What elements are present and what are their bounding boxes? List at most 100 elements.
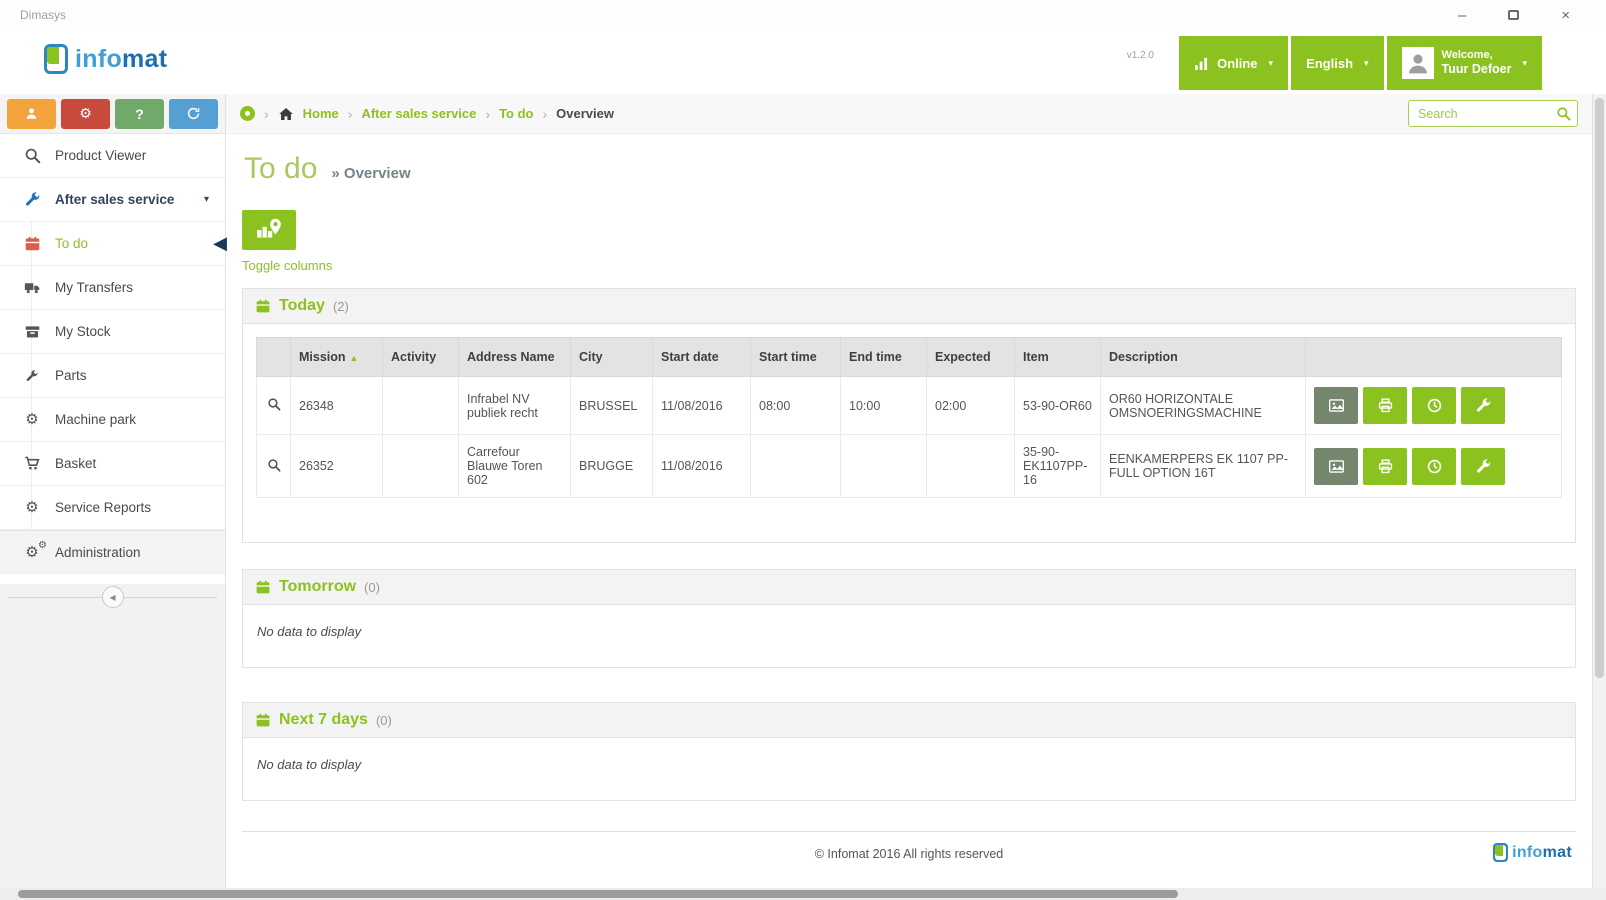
- sidebar-item-label: My Transfers: [55, 280, 134, 295]
- panel-next-7-days: Next 7 days (0) No data to display: [242, 702, 1576, 801]
- search-icon: [267, 458, 281, 472]
- image-icon: [1328, 399, 1344, 412]
- sidebar-item-label: After sales service: [55, 192, 175, 207]
- column-header-activity[interactable]: Activity: [382, 337, 459, 377]
- cell-mission: 26348: [290, 376, 383, 435]
- breadcrumb: › Home › After sales service › To do › O…: [226, 94, 1592, 134]
- history-button[interactable]: [1412, 447, 1456, 485]
- welcome-label: Welcome,: [1441, 48, 1493, 61]
- print-button[interactable]: [1363, 387, 1407, 424]
- cell-item: 35-90-EK1107PP-16: [1014, 434, 1101, 498]
- search-icon: [267, 398, 281, 411]
- toggle-columns-label[interactable]: Toggle columns: [242, 258, 332, 273]
- user-quick-button[interactable]: [7, 98, 56, 129]
- column-header-address-name[interactable]: Address Name: [458, 337, 571, 377]
- panel-tomorrow-header[interactable]: Tomorrow (0): [243, 570, 1575, 605]
- language-button[interactable]: English ▾: [1291, 36, 1384, 90]
- breadcrumb-root-icon[interactable]: [240, 106, 255, 121]
- copyright-text: © Infomat 2016 All rights reserved: [814, 846, 1004, 861]
- column-header-mission[interactable]: Mission ▲: [290, 337, 383, 377]
- sidebar-item-administration[interactable]: ⚙ ⚙ Administration: [0, 530, 225, 574]
- body-row: ⚙ ? Product Viewer After sales service ▾…: [0, 94, 1606, 888]
- truck-icon: [22, 279, 42, 296]
- panel-next-7-days-header[interactable]: Next 7 days (0): [243, 703, 1575, 738]
- cell-end-time: 10:00: [840, 376, 927, 435]
- service-button[interactable]: [1461, 387, 1505, 424]
- panel-title: Tomorrow: [279, 578, 357, 595]
- search-box: [1408, 100, 1578, 127]
- column-header-expected[interactable]: Expected: [926, 337, 1015, 377]
- breadcrumb-to-do[interactable]: To do: [499, 106, 533, 121]
- panel-count: (0): [375, 712, 392, 728]
- search-input[interactable]: [1408, 100, 1578, 127]
- printer-icon: [1378, 398, 1392, 413]
- horizontal-scrollbar-thumb[interactable]: [18, 890, 1178, 898]
- sidebar-item-to-do[interactable]: To do ◀: [0, 222, 227, 266]
- infomat-logo-icon: [44, 44, 68, 74]
- breadcrumb-after-sales-service[interactable]: After sales service: [361, 106, 476, 121]
- row-detail-button[interactable]: [256, 376, 291, 435]
- online-status-button[interactable]: Online ▾: [1179, 36, 1289, 90]
- help-icon: ?: [135, 105, 144, 122]
- sidebar-item-my-stock[interactable]: My Stock: [0, 310, 225, 354]
- sidebar-item-product-viewer[interactable]: Product Viewer: [0, 134, 225, 178]
- signal-bars-icon: [1194, 57, 1209, 70]
- user-menu-button[interactable]: Welcome, Tuur Defoer ▾: [1386, 36, 1542, 90]
- photos-button[interactable]: [1314, 387, 1358, 424]
- gears-quick-button[interactable]: ⚙: [61, 98, 110, 129]
- minimize-button[interactable]: –: [1458, 8, 1466, 23]
- panel-today-header[interactable]: Today (2): [243, 289, 1575, 324]
- sidebar-item-service-reports[interactable]: ⚙ Service Reports: [0, 486, 225, 530]
- vertical-scrollbar[interactable]: [1592, 94, 1606, 888]
- sync-quick-button[interactable]: [169, 98, 218, 129]
- history-button[interactable]: [1412, 387, 1456, 424]
- sidebar: ⚙ ? Product Viewer After sales service ▾…: [0, 94, 227, 888]
- sidebar-item-parts[interactable]: Parts: [0, 354, 225, 398]
- calendar-icon: [22, 235, 42, 252]
- avatar: [1401, 47, 1434, 79]
- column-header-end-time[interactable]: End time: [840, 337, 927, 377]
- sidebar-collapse-button[interactable]: ◂: [101, 586, 124, 608]
- sidebar-item-my-transfers[interactable]: My Transfers: [0, 266, 225, 310]
- column-header-description[interactable]: Description: [1100, 337, 1306, 377]
- breadcrumb-separator: ›: [264, 105, 269, 122]
- online-label: Online: [1217, 55, 1258, 71]
- print-button[interactable]: [1363, 447, 1407, 485]
- sidebar-quick-buttons: ⚙ ?: [0, 94, 225, 134]
- panel-tomorrow-body: No data to display: [243, 605, 1575, 667]
- breadcrumb-home[interactable]: Home: [303, 106, 339, 121]
- wrench-icon: [22, 369, 42, 383]
- user-name: Tuur Defoer: [1441, 62, 1512, 77]
- panel-tomorrow: Tomorrow (0) No data to display: [242, 569, 1576, 668]
- sidebar-background: [0, 610, 225, 888]
- service-button[interactable]: [1461, 447, 1505, 485]
- sidebar-item-basket[interactable]: Basket: [0, 442, 225, 486]
- column-header-city[interactable]: City: [570, 337, 653, 377]
- column-header-item[interactable]: Item: [1014, 337, 1101, 377]
- vertical-scrollbar-thumb[interactable]: [1595, 98, 1604, 678]
- window-title: Dimasys: [20, 8, 67, 22]
- sidebar-item-label: Parts: [55, 368, 87, 383]
- sidebar-menu: Product Viewer After sales service ▾ To …: [0, 134, 227, 574]
- table-row: 26352 Carrefour Blauwe Toren 602 BRUGGE …: [256, 434, 1562, 498]
- image-icon: [1328, 459, 1344, 473]
- map-pin-chart-icon: [255, 217, 283, 244]
- maximize-button[interactable]: [1508, 8, 1520, 23]
- column-header-start-date[interactable]: Start date: [652, 337, 751, 377]
- close-button[interactable]: ×: [1561, 8, 1570, 23]
- sidebar-item-after-sales-service[interactable]: After sales service ▾: [0, 178, 225, 222]
- search-icon[interactable]: [1556, 106, 1571, 121]
- row-detail-button[interactable]: [256, 434, 291, 498]
- sidebar-item-machine-park[interactable]: ⚙ Machine park: [0, 398, 225, 442]
- caret-down-icon: ▾: [1364, 57, 1369, 68]
- column-header-start-time[interactable]: Start time: [750, 337, 841, 377]
- search-icon: [22, 147, 42, 164]
- photos-button[interactable]: [1314, 447, 1358, 485]
- cogs-icon: ⚙: [25, 499, 39, 516]
- toggle-columns-button[interactable]: [242, 210, 296, 250]
- horizontal-scrollbar[interactable]: [0, 888, 1606, 900]
- help-quick-button[interactable]: ?: [115, 98, 164, 129]
- cell-address-name: Infrabel NV publiek recht: [458, 376, 571, 435]
- row-actions: [1314, 387, 1553, 424]
- row-actions: [1314, 447, 1553, 485]
